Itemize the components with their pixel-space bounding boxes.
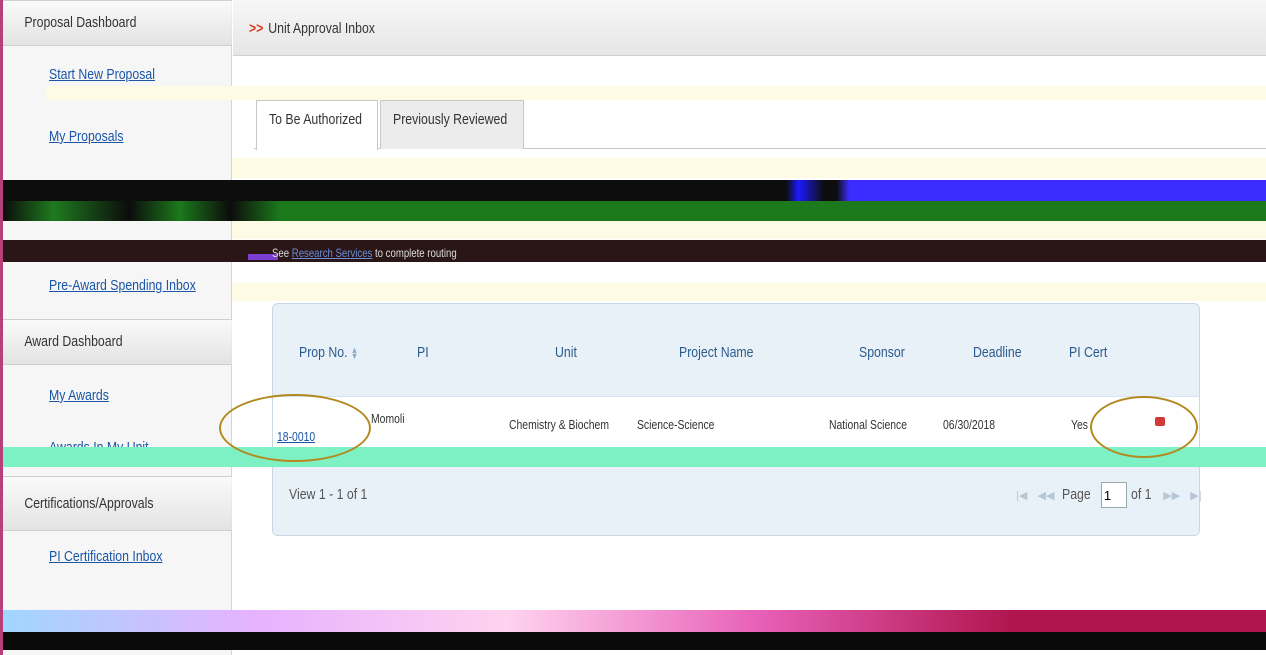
column-header-label: Prop No. — [299, 344, 348, 361]
artifact-band — [3, 610, 1266, 632]
cell-project-name: Science-Science — [637, 417, 715, 432]
column-header-pi[interactable]: PI — [417, 344, 429, 361]
artifact-band — [232, 158, 1266, 178]
tab-previously-reviewed[interactable]: Previously Reviewed — [380, 100, 524, 149]
column-header-unit[interactable]: Unit — [555, 344, 577, 361]
column-header-pi-cert[interactable]: PI Cert — [1069, 344, 1107, 361]
proposals-table: Prop No. ▲ ▼ PI Unit Project Name Sponsor … — [272, 303, 1202, 536]
highlight-strip-top — [46, 86, 1266, 100]
cell-deadline: 06/30/2018 — [943, 417, 996, 432]
tab-to-be-authorized[interactable]: To Be Authorized — [256, 100, 378, 150]
sidebar-item-start-new-proposal[interactable]: Start New Proposal — [49, 66, 155, 83]
artifact-band — [3, 447, 1266, 467]
research-services-link[interactable]: Research Services — [292, 246, 373, 260]
column-header-sponsor[interactable]: Sponsor — [859, 344, 905, 361]
breadcrumb-bar: >> Unit Approval Inbox — [233, 0, 1266, 56]
page-label: Page — [1061, 485, 1091, 503]
tab-label: To Be Authorized — [269, 111, 363, 128]
artifact-band — [3, 240, 1266, 262]
sort-icon[interactable]: ▲ ▼ — [351, 346, 358, 361]
last-page-icon[interactable]: ▶| — [1190, 489, 1201, 502]
page-number-input[interactable] — [1100, 482, 1127, 508]
column-header-prop-no[interactable]: Prop No. ▲ ▼ — [299, 344, 358, 361]
column-header-project-name[interactable]: Project Name — [679, 344, 754, 361]
first-page-icon[interactable]: |◀ — [1016, 489, 1027, 502]
prev-page-icon[interactable]: ◀◀ — [1038, 489, 1055, 502]
notice-suffix: to complete routing — [375, 246, 457, 260]
cell-pi-cert: Yes — [1071, 417, 1088, 432]
artifact-band — [3, 180, 1266, 201]
artifact-band — [232, 283, 1266, 301]
next-page-icon[interactable]: ▶▶ — [1163, 489, 1180, 502]
cell-pi: Momoli — [371, 411, 405, 426]
artifact-band — [3, 632, 1266, 650]
cell-unit: Chemistry & Biochem — [509, 417, 609, 432]
breadcrumb: >> Unit Approval Inbox — [249, 20, 375, 37]
sidebar-header-proposal[interactable]: Proposal Dashboard — [3, 0, 232, 46]
cell-sponsor: National Science — [829, 417, 908, 432]
artifact-band — [232, 221, 1266, 239]
highlight-ring-prop-no — [219, 394, 371, 462]
sidebar-item-my-proposals[interactable]: My Proposals — [49, 128, 124, 145]
breadcrumb-arrow-icon: >> — [249, 20, 264, 37]
page-title: Unit Approval Inbox — [268, 20, 375, 37]
pagination: |◀ ◀◀ Page of 1 ▶▶ ▶| — [1013, 482, 1205, 512]
tab-label: Previously Reviewed — [393, 111, 508, 128]
artifact-band — [3, 201, 1266, 221]
records-count: View 1 - 1 of 1 — [289, 486, 368, 503]
sidebar-item-pi-cert-inbox[interactable]: PI Certification Inbox — [49, 548, 162, 565]
routing-notice: See Research Services to complete routin… — [272, 246, 457, 260]
table-header: Prop No. ▲ ▼ PI Unit Project Name Sponsor … — [273, 304, 1199, 396]
sidebar-header-award[interactable]: Award Dashboard — [3, 319, 232, 365]
notice-prefix: See — [272, 246, 290, 260]
sidebar-item-pre-award-inbox[interactable]: Pre-Award Spending Inbox — [49, 277, 196, 294]
column-header-deadline[interactable]: Deadline — [973, 344, 1022, 361]
highlight-ring-action — [1090, 396, 1198, 458]
page-of-label: of 1 — [1130, 485, 1152, 503]
sidebar-item-my-awards[interactable]: My Awards — [49, 387, 109, 404]
sidebar-header-certifications[interactable]: Certifications/Approvals — [3, 476, 232, 531]
